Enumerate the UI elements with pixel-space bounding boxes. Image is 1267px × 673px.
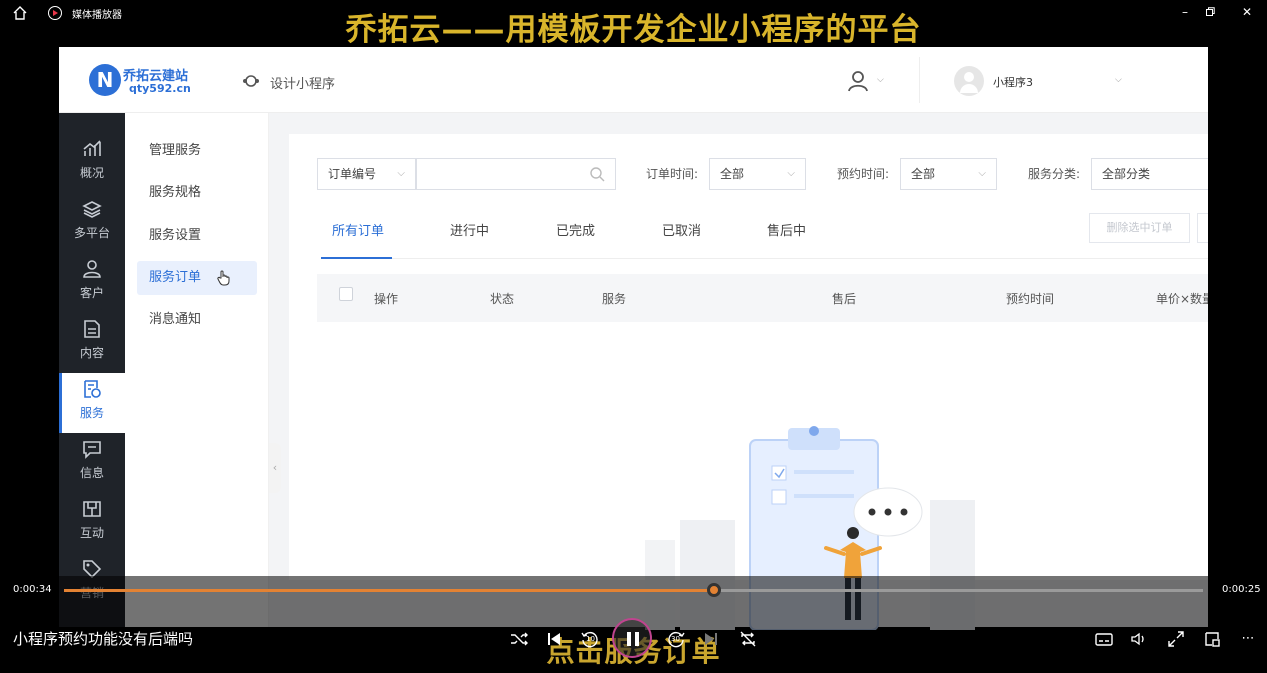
order-time-select[interactable]: 全部 ⌵ — [709, 158, 806, 190]
sidebar-item-label: 内容 — [79, 346, 104, 360]
service-icon — [84, 380, 101, 398]
mini-view-icon[interactable] — [1201, 628, 1223, 650]
media-player-window: 媒体播放器 – ✕ N 乔拓云建站 qty592.cn 设计小程序 ⌵ 小程序3… — [0, 0, 1267, 673]
service-submenu: 管理服务 服务规格 服务设置 服务订单 消息通知 — [125, 113, 269, 627]
chevron-down-icon: ⌵ — [397, 168, 405, 179]
sidebar-item-label: 客户 — [79, 286, 104, 300]
sidebar-item-overview[interactable]: 概况 — [59, 133, 125, 193]
search-icon[interactable] — [589, 166, 605, 182]
collapse-submenu-button[interactable]: ‹ — [269, 443, 281, 493]
elapsed-time: 0:00:34 — [13, 584, 52, 595]
shuffle-icon[interactable] — [508, 628, 530, 650]
sidebar-item-service[interactable]: 服务 — [59, 373, 125, 433]
tab-completed[interactable]: 已完成 — [556, 220, 595, 239]
seek-bar-progress — [64, 589, 714, 592]
account-chevron-down-icon[interactable]: ⌵ — [1115, 75, 1122, 85]
video-subtitle-top: 乔拓云——用模板开发企业小程序的平台 — [345, 12, 922, 48]
order-number-select[interactable]: 订单编号 ⌵ — [317, 158, 416, 190]
more-options-icon[interactable]: ⋯ — [1237, 628, 1259, 650]
volume-icon[interactable] — [1128, 628, 1150, 650]
category-label: 服务分类: — [1028, 167, 1081, 181]
order-search-input[interactable] — [416, 158, 616, 190]
next-icon[interactable] — [700, 628, 722, 650]
chart-icon — [83, 140, 101, 156]
interact-icon — [83, 501, 101, 517]
tab-after-sales[interactable]: 售后中 — [767, 220, 806, 239]
message-icon — [83, 441, 101, 459]
skip-back-10-icon[interactable]: 10 — [579, 628, 601, 650]
seek-bar-thumb[interactable] — [707, 583, 721, 597]
document-icon — [84, 320, 100, 338]
col-after-sales: 售后 — [832, 292, 857, 306]
sidebar-item-label: 信息 — [79, 466, 104, 480]
site-header: N 乔拓云建站 qty592.cn 设计小程序 ⌵ 小程序3 ⌵ — [59, 47, 1208, 113]
sidebar-item-messages[interactable]: 信息 — [59, 433, 125, 493]
chevron-down-icon: ⌵ — [787, 168, 795, 179]
booking-time-value: 全部 — [911, 167, 936, 181]
sidebar-item-label: 服务 — [79, 406, 104, 420]
fullscreen-icon[interactable] — [1165, 628, 1187, 650]
skip-back-label: 10 — [586, 635, 595, 643]
repeat-off-icon[interactable] — [737, 628, 759, 650]
tabs-divider — [321, 258, 1208, 259]
seek-bar[interactable] — [64, 583, 1203, 597]
booking-time-select[interactable]: 全部 ⌵ — [900, 158, 997, 190]
col-status: 状态 — [490, 292, 515, 306]
booking-time-label: 预约时间: — [837, 167, 890, 181]
tab-all-orders[interactable]: 所有订单 — [332, 220, 384, 239]
logo-icon: N — [89, 64, 121, 96]
design-miniprogram-link[interactable]: 设计小程序 — [270, 73, 335, 92]
remaining-time: 0:00:25 — [1222, 584, 1261, 595]
orders-table-header: 操作 状态 服务 售后 预约时间 单价×数量 — [317, 274, 1208, 322]
avatar[interactable] — [954, 66, 984, 96]
submenu-item-notifications[interactable]: 消息通知 — [137, 303, 257, 337]
design-icon — [243, 75, 259, 87]
sidebar-item-interaction[interactable]: 互动 — [59, 493, 125, 553]
submenu-item-service-spec[interactable]: 服务规格 — [137, 176, 257, 210]
hand-cursor-icon — [217, 270, 230, 286]
active-tab-indicator — [321, 257, 392, 259]
submenu-item-manage-service[interactable]: 管理服务 — [137, 134, 257, 168]
sidebar-item-content[interactable]: 内容 — [59, 313, 125, 373]
pause-button[interactable] — [612, 618, 652, 658]
layers-icon — [82, 201, 102, 218]
sidebar-item-multiplatform[interactable]: 多平台 — [59, 193, 125, 253]
order-number-select-value: 订单编号 — [328, 167, 377, 181]
col-booking-time: 预约时间 — [1006, 292, 1055, 306]
user-menu-icon[interactable] — [847, 69, 871, 93]
logo-url: qty592.cn — [129, 82, 191, 95]
order-time-value: 全部 — [720, 167, 745, 181]
chevron-down-icon[interactable]: ⌵ — [877, 75, 884, 85]
submenu-item-service-settings[interactable]: 服务设置 — [137, 219, 257, 253]
captions-icon[interactable] — [1093, 628, 1115, 650]
skip-forward-30-icon[interactable]: 30 — [665, 628, 687, 650]
chevron-down-icon: ⌵ — [978, 168, 986, 179]
header-divider — [919, 57, 920, 103]
delete-selected-orders-button[interactable]: 删除选中订单 — [1089, 213, 1190, 243]
submenu-item-service-orders[interactable]: 服务订单 — [137, 261, 257, 295]
select-all-checkbox[interactable] — [339, 287, 353, 301]
account-name[interactable]: 小程序3 — [993, 74, 1033, 90]
user-icon — [83, 260, 101, 278]
sidebar-item-label: 互动 — [79, 526, 104, 540]
secondary-button-edge[interactable] — [1197, 213, 1208, 243]
sidebar-item-label: 概况 — [79, 166, 104, 180]
tab-cancelled[interactable]: 已取消 — [662, 220, 701, 239]
skip-forward-label: 30 — [671, 635, 680, 643]
col-unit-price-qty: 单价×数量 — [1156, 292, 1208, 306]
order-time-label: 订单时间: — [646, 167, 699, 181]
col-service: 服务 — [602, 292, 627, 306]
sidebar-item-label: 多平台 — [73, 226, 110, 240]
category-select[interactable]: 全部分类 — [1091, 158, 1208, 190]
category-value: 全部分类 — [1102, 167, 1151, 181]
col-action: 操作 — [374, 292, 399, 306]
sidebar-item-customers[interactable]: 客户 — [59, 253, 125, 313]
submenu-item-label: 服务订单 — [149, 270, 202, 285]
tab-in-progress[interactable]: 进行中 — [450, 220, 489, 239]
previous-icon[interactable] — [543, 628, 565, 650]
